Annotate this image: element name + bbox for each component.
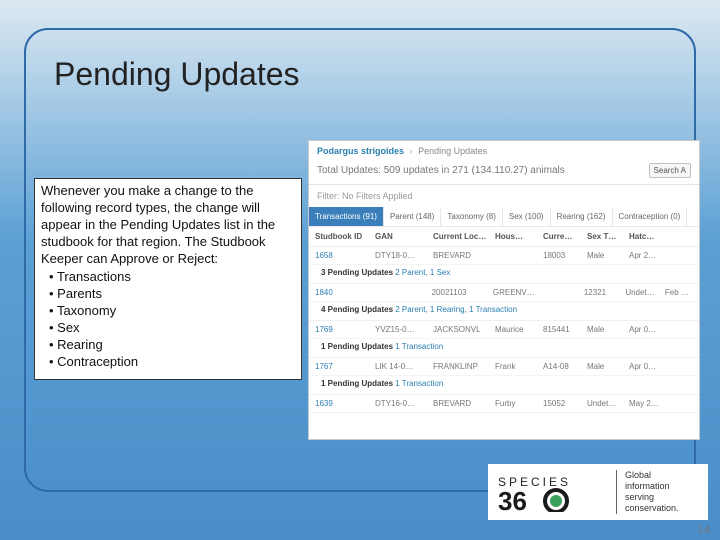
cell: 1769 xyxy=(313,325,373,334)
cell: Apr 0… xyxy=(627,362,667,371)
app-screenshot: Podargus strigoides › Pending Updates To… xyxy=(308,140,700,440)
tab-parent[interactable]: Parent (148) xyxy=(384,207,441,226)
tab-taxonomy[interactable]: Taxonomy (8) xyxy=(441,207,502,226)
col-hatch[interactable]: Hatc… xyxy=(627,232,667,241)
pending-count: 1 Pending Updates xyxy=(321,342,395,351)
cell: 20021103 xyxy=(430,288,491,297)
list-item: Parents xyxy=(41,286,295,303)
cell: Maurice xyxy=(493,325,541,334)
cell: BREVARD xyxy=(431,251,493,260)
table-row[interactable]: 1658DTY18-0…BREVARD 18003MaleApr 2… xyxy=(309,247,699,265)
filter-bar[interactable]: Filter: No Filters Applied xyxy=(309,185,699,207)
cell: Frank xyxy=(493,362,541,371)
cell: JACKSONVL xyxy=(431,325,493,334)
page-number: 14 xyxy=(698,524,710,536)
list-item: Taxonomy xyxy=(41,303,295,320)
cell: Male xyxy=(585,362,627,371)
col-gan[interactable]: GAN xyxy=(373,232,431,241)
cell: 1658 xyxy=(313,251,373,260)
cell xyxy=(493,251,541,260)
pending-updates-subrow[interactable]: 1 Pending Updates 1 Transaction xyxy=(309,376,699,395)
breadcrumb: Podargus strigoides › Pending Updates xyxy=(309,141,699,159)
pending-count: 3 Pending Updates xyxy=(321,268,395,277)
col-curre[interactable]: Curre… xyxy=(541,232,585,241)
explanatory-textbox: Whenever you make a change to the follow… xyxy=(34,178,302,380)
pending-count: 4 Pending Updates xyxy=(321,305,395,314)
table-row[interactable]: 1639DTY16-0…BREVARDFurby15052Undet…May 2… xyxy=(309,395,699,413)
pending-updates-subrow[interactable]: 4 Pending Updates 2 Parent, 1 Rearing, 1… xyxy=(309,302,699,321)
total-updates-text: Total Updates: 509 updates in 271 (134.1… xyxy=(317,165,565,176)
species360-logo-icon: SPECIES 36 xyxy=(498,472,608,512)
table-row[interactable]: 1767LIK 14-0…FRANKLINPFrankA14-08MaleApr… xyxy=(309,358,699,376)
cell: Apr 2… xyxy=(627,251,667,260)
col-sex[interactable]: Sex T… xyxy=(585,232,627,241)
cell: GREENVISC xyxy=(491,288,538,297)
breadcrumb-species[interactable]: Podargus strigoides xyxy=(317,146,404,156)
totals-bar: Total Updates: 509 updates in 271 (134.1… xyxy=(309,159,699,185)
intro-paragraph: Whenever you make a change to the follow… xyxy=(41,183,295,267)
cell: May 2… xyxy=(627,399,667,408)
cell: DTY16-0… xyxy=(373,399,431,408)
cell: 1767 xyxy=(313,362,373,371)
logo-tagline: Global information serving conservation. xyxy=(616,470,698,513)
pending-breakdown-link[interactable]: 2 Parent, 1 Sex xyxy=(395,268,450,277)
tagline-line1: Global information xyxy=(625,470,698,492)
col-studbook-id[interactable]: Studbook ID xyxy=(313,232,373,241)
logo-zero-fill xyxy=(550,495,562,507)
col-current-loc[interactable]: Current Loc… xyxy=(431,232,493,241)
cell: LIK 14-0… xyxy=(373,362,431,371)
cell: Undet… xyxy=(585,399,627,408)
cell: BREVARD xyxy=(431,399,493,408)
cell: 1639 xyxy=(313,399,373,408)
cell: Feb 0… xyxy=(663,288,695,297)
tab-contraception[interactable]: Contraception (0) xyxy=(613,207,688,226)
tab-transactions[interactable]: Transactions (91) xyxy=(309,207,384,226)
list-item: Contraception xyxy=(41,354,295,371)
cell xyxy=(538,288,582,297)
pending-count: 1 Pending Updates xyxy=(321,379,395,388)
cell: 18003 xyxy=(541,251,585,260)
logo-text-360: 36 xyxy=(498,486,527,512)
list-item: Rearing xyxy=(41,337,295,354)
pending-breakdown-link[interactable]: 2 Parent, 1 Rearing, 1 Transaction xyxy=(395,305,517,314)
cell: YVZ15-0… xyxy=(373,325,431,334)
cell xyxy=(372,288,429,297)
cell: Furby xyxy=(493,399,541,408)
pending-breakdown-link[interactable]: 1 Transaction xyxy=(395,379,443,388)
cell: Apr 0… xyxy=(627,325,667,334)
pending-updates-subrow[interactable]: 3 Pending Updates 2 Parent, 1 Sex xyxy=(309,265,699,284)
breadcrumb-page: Pending Updates xyxy=(418,146,487,156)
cell: 15052 xyxy=(541,399,585,408)
cell: DTY18-0… xyxy=(373,251,431,260)
list-item: Sex xyxy=(41,320,295,337)
pending-breakdown-link[interactable]: 1 Transaction xyxy=(395,342,443,351)
col-house[interactable]: Hous… xyxy=(493,232,541,241)
table-body: 1658DTY18-0…BREVARD18003MaleApr 2…3 Pend… xyxy=(309,247,699,413)
cell: 1840 xyxy=(313,288,372,297)
cell: A14-08 xyxy=(541,362,585,371)
cell: 815441 xyxy=(541,325,585,334)
slide-title: Pending Updates xyxy=(54,56,300,93)
search-animals-button[interactable]: Search A xyxy=(649,163,691,178)
tagline-line2: serving conservation. xyxy=(625,492,698,514)
tab-sex[interactable]: Sex (100) xyxy=(503,207,551,226)
list-item: Transactions xyxy=(41,269,295,286)
cell: Male xyxy=(585,325,627,334)
table-header: Studbook ID GAN Current Loc… Hous… Curre… xyxy=(309,227,699,247)
tab-rearing[interactable]: Rearing (162) xyxy=(551,207,613,226)
table-row[interactable]: 1840 20021103GREENVISC 12321Undet…Feb 0… xyxy=(309,284,699,302)
cell: Male xyxy=(585,251,627,260)
species360-logo-block: SPECIES 36 Global information serving co… xyxy=(488,464,708,520)
cell: 12321 xyxy=(582,288,624,297)
pending-updates-subrow[interactable]: 1 Pending Updates 1 Transaction xyxy=(309,339,699,358)
tabs-row: Transactions (91) Parent (148) Taxonomy … xyxy=(309,207,699,227)
record-types-list: Transactions Parents Taxonomy Sex Rearin… xyxy=(41,269,295,370)
chevron-right-icon: › xyxy=(410,146,413,156)
cell: FRANKLINP xyxy=(431,362,493,371)
cell: Undet… xyxy=(623,288,663,297)
table-row[interactable]: 1769YVZ15-0…JACKSONVLMaurice815441MaleAp… xyxy=(309,321,699,339)
